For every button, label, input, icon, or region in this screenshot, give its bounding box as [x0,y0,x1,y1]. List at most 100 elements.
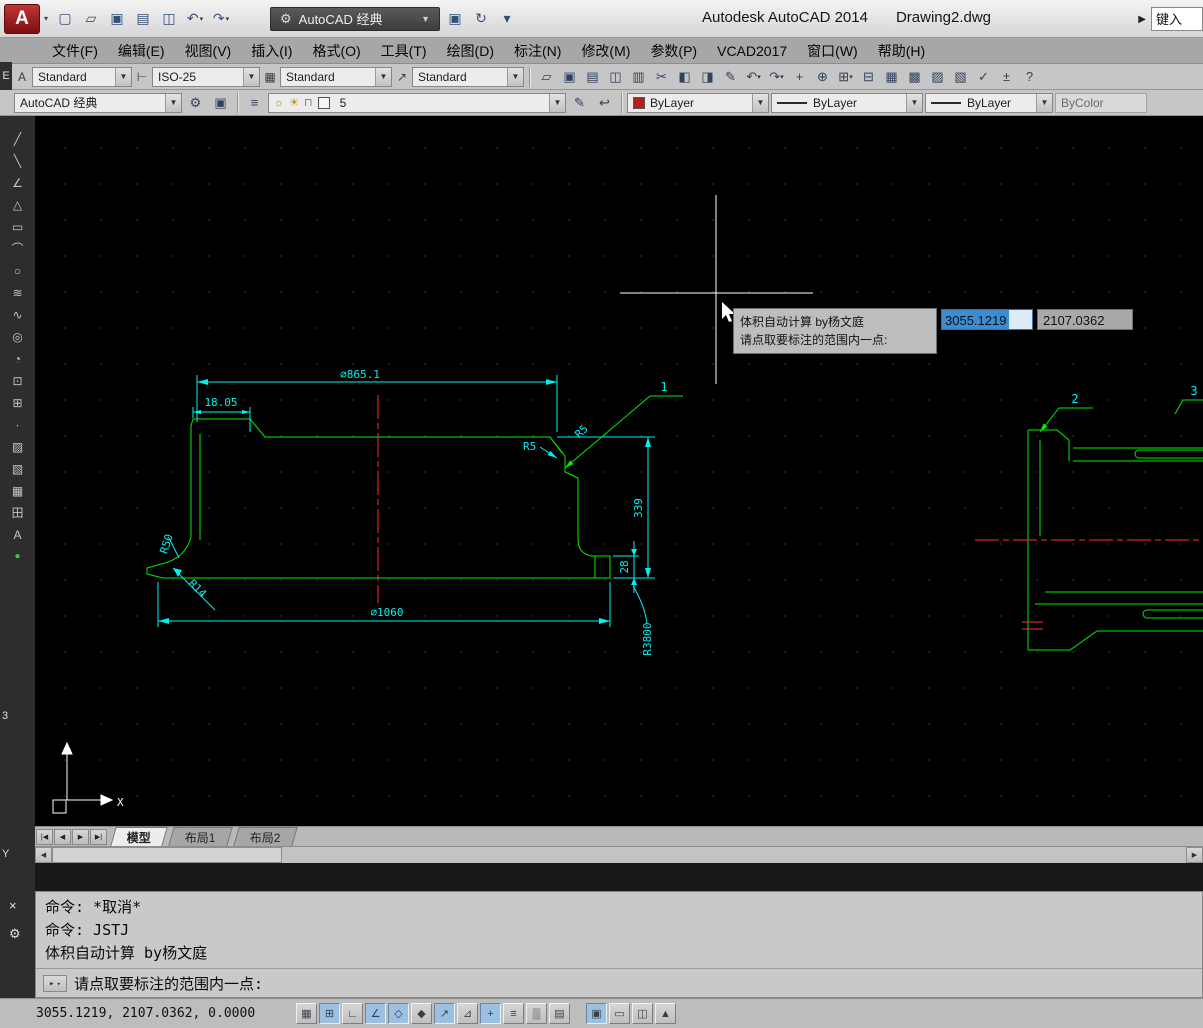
zoom-previous-icon[interactable]: ⊟ [857,66,880,88]
plot-icon[interactable]: ▤ [581,66,604,88]
command-options-button[interactable]: ▸ [43,975,67,992]
workspace-settings-icon[interactable]: ⚙ [184,92,207,114]
publish-icon[interactable]: ▥ [627,66,650,88]
table-style-combo[interactable]: Standard▼ [280,67,392,87]
menu-item[interactable]: 格式(O) [302,38,370,64]
command-window[interactable]: 命令: *取消*命令: JSTJ体积自动计算 by杨文庭 ▸ 请点取要标注的范围… [35,891,1203,998]
workspace-combo[interactable]: ⚙ AutoCAD 经典 ▼ [270,7,440,31]
infocenter-arrow-icon[interactable]: ▶ [1138,14,1146,25]
command-window-close-icon[interactable]: × [9,898,17,913]
coordinate-readout[interactable]: 3055.1219, 2107.0362, 0.0000 [36,1006,294,1021]
layout-tab[interactable]: 模型 [110,827,167,846]
layer-combo[interactable]: ☼ ☀ ⊓ 5 ▼ [268,93,566,113]
app-menu-arrow-icon[interactable]: ▾ [44,14,48,23]
polyline-icon[interactable]: ∠ [7,172,29,193]
new-icon[interactable]: ▢ [52,6,78,32]
menu-item[interactable]: VCAD2017 [707,38,797,64]
dyn-toggle[interactable]: + [480,1003,501,1024]
lwt-toggle[interactable]: ≡ [503,1003,524,1024]
refresh-icon[interactable]: ↻ [468,6,494,32]
point-icon[interactable]: ∙ [7,414,29,435]
horizontal-scrollbar[interactable]: ◀ ▶ [35,846,1203,863]
annotation-visibility-button[interactable]: ▲ [655,1003,676,1024]
mleader-style-combo[interactable]: Standard▼ [412,67,524,87]
menu-item[interactable]: 参数(P) [640,38,707,64]
app-menu-button[interactable]: A [4,4,40,34]
osnap-toggle[interactable]: ◇ [388,1003,409,1024]
spline-icon[interactable]: ∿ [7,304,29,325]
make-block-icon[interactable]: ⊞ [7,392,29,413]
redo-icon[interactable]: ↷ [208,6,234,32]
line-icon[interactable]: ╱ [7,128,29,149]
make-object-layer-current-icon[interactable]: ✎ [568,92,591,114]
mtext-icon[interactable]: A [7,524,29,545]
layer-thaw-sun-icon[interactable]: ☀ [289,96,299,109]
toolbar-overflow-icon[interactable]: ▾ [494,6,520,32]
redo-icon[interactable]: ↷ [765,66,788,88]
scroll-left-icon[interactable]: ◀ [35,847,52,863]
sheet-set-manager-icon[interactable]: ▧ [949,66,972,88]
zoom-window-icon[interactable]: ⊞ [834,66,857,88]
tool-palettes-icon[interactable]: ▨ [926,66,949,88]
tab-nav-button[interactable]: ◀ [54,829,71,845]
layer-color-swatch[interactable] [318,97,330,109]
ellipse-icon[interactable]: ◎ [7,326,29,347]
current-layer-dot-icon[interactable]: ● [7,546,29,567]
construction-line-icon[interactable]: ╲ [7,150,29,171]
scrollbar-track[interactable] [282,847,1186,863]
pan-icon[interactable]: + [788,66,811,88]
tab-nav-button[interactable]: ▶| [90,829,107,845]
help-icon[interactable]: ? [1018,66,1041,88]
match-properties-icon[interactable]: ✎ [719,66,742,88]
quick-view-layouts-button[interactable]: ▭ [609,1003,630,1024]
transparency-toggle[interactable]: ▒ [526,1003,547,1024]
wrench-icon[interactable]: ⚙ [9,926,21,942]
grid-toggle[interactable]: ⊞ [319,1003,340,1024]
layout-tab[interactable]: 布局1 [168,827,232,846]
polar-toggle[interactable]: ∠ [365,1003,386,1024]
model-space-button[interactable]: ▣ [586,1003,607,1024]
infocenter-search-input[interactable]: 键入 [1151,7,1203,31]
properties-icon[interactable]: ▦ [880,66,903,88]
plot-preview-icon[interactable]: ◫ [156,6,182,32]
markup-icon[interactable]: ✓ [972,66,995,88]
quick-properties-toggle[interactable]: ▤ [549,1003,570,1024]
osnap3d-toggle[interactable]: ◆ [411,1003,432,1024]
dim-style-combo[interactable]: ISO-25▼ [152,67,260,87]
open-icon[interactable]: ▱ [78,6,104,32]
dynamic-input-x-field[interactable]: 3055.1219 [941,309,1033,330]
snap-toggle[interactable]: ▦ [296,1003,317,1024]
hatch-icon[interactable]: ▨ [7,436,29,457]
circle-icon[interactable]: ○ [7,260,29,281]
save-icon[interactable]: ▣ [558,66,581,88]
menu-item[interactable]: 视图(V) [175,38,242,64]
color-combo[interactable]: ByLayer▼ [627,93,769,113]
revcloud-icon[interactable]: ≋ [7,282,29,303]
ellipse-arc-icon[interactable]: ◔ [7,348,29,369]
linetype-combo[interactable]: ByLayer▼ [771,93,923,113]
layer-previous-icon[interactable]: ↩ [593,92,616,114]
designcenter-icon[interactable]: ▩ [903,66,926,88]
tab-nav-button[interactable]: ▶ [72,829,89,845]
menu-item[interactable]: 插入(I) [241,38,302,64]
workspace-toolbar-combo[interactable]: AutoCAD 经典▼ [14,93,182,113]
otrack-toggle[interactable]: ↗ [434,1003,455,1024]
menu-item[interactable]: 窗口(W) [797,38,868,64]
arc-icon[interactable]: ⌒ [7,238,29,259]
layout-tab[interactable]: 布局2 [233,827,297,846]
menu-item[interactable]: 编辑(E) [108,38,175,64]
text-style-combo[interactable]: Standard▼ [32,67,132,87]
lineweight-combo[interactable]: ByLayer▼ [925,93,1053,113]
menu-item[interactable]: 标注(N) [504,38,571,64]
table-icon[interactable]: 田 [7,502,29,523]
drawing-canvas[interactable]: ∅865.1 18.05 R5 R5 339 28 ∅1060 R14 R50 … [35,116,1203,826]
ducs-toggle[interactable]: ⊿ [457,1003,478,1024]
tab-nav-button[interactable]: |◀ [36,829,53,845]
paste-icon[interactable]: ◨ [696,66,719,88]
polygon-icon[interactable]: △ [7,194,29,215]
menu-item[interactable]: 文件(F) [42,38,108,64]
zoom-realtime-icon[interactable]: ⊕ [811,66,834,88]
menu-item[interactable]: 修改(M) [571,38,640,64]
save-workspace-icon[interactable]: ▣ [209,92,232,114]
undo-icon[interactable]: ↶ [742,66,765,88]
